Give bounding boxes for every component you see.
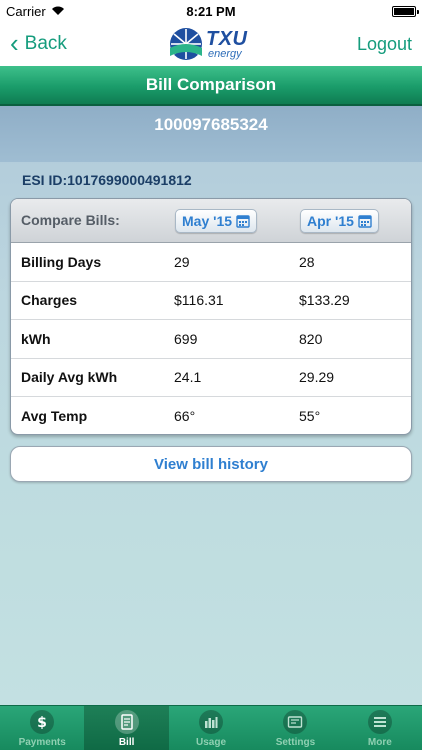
compare-header: Compare Bills: May '15 Apr '15 — [11, 199, 411, 243]
date-1-label: May '15 — [182, 213, 233, 229]
battery-icon — [392, 5, 419, 17]
carrier-label: Carrier — [6, 3, 46, 19]
row-value-1: 699 — [174, 330, 198, 347]
row-value-1: $116.31 — [174, 292, 224, 309]
table-row: Avg Temp 66° 55° — [11, 397, 411, 434]
back-label: Back — [24, 33, 67, 54]
row-label: Avg Temp — [21, 408, 88, 425]
compare-label: Compare Bills: — [21, 212, 120, 228]
logo-brand: TXU — [206, 27, 248, 50]
row-value-2: 820 — [299, 330, 323, 347]
tab-label: More — [367, 737, 392, 748]
logout-button[interactable]: Logout — [357, 34, 412, 55]
row-value-1: 29 — [174, 253, 190, 270]
tab-bar: $ Payments Bill Usage Settings More — [0, 705, 422, 750]
tab-payments[interactable]: $ Payments — [0, 706, 84, 750]
logo-starburst-icon — [170, 28, 202, 60]
tab-label: Bill — [118, 737, 135, 748]
more-icon — [367, 710, 392, 734]
tab-bill[interactable]: Bill — [84, 706, 169, 750]
row-value-2: 55° — [299, 408, 321, 425]
tab-label: Settings — [275, 737, 316, 748]
row-value-2: 29.29 — [299, 369, 335, 386]
date-2-label: Apr '15 — [307, 213, 354, 229]
chevron-left-icon: ‹ — [10, 27, 19, 58]
calendar-icon — [236, 215, 250, 228]
row-value-1: 24.1 — [174, 369, 202, 386]
account-number: 100097685324 — [0, 106, 422, 162]
row-label: Billing Days — [21, 253, 102, 270]
esi-id: ESI ID:1017699000491812 — [22, 172, 192, 188]
table-row: Daily Avg kWh 24.1 29.29 — [11, 359, 411, 397]
row-label: Charges — [21, 292, 78, 309]
bill-icon — [114, 710, 139, 734]
row-label: kWh — [21, 330, 51, 347]
row-label: Daily Avg kWh — [21, 369, 118, 386]
tab-usage[interactable]: Usage — [169, 706, 253, 750]
tab-label: Usage — [196, 737, 227, 748]
date-picker-2[interactable]: Apr '15 — [300, 209, 379, 233]
tab-more[interactable]: More — [338, 706, 422, 750]
back-button[interactable]: ‹ Back — [10, 27, 67, 58]
usage-icon — [199, 710, 224, 734]
nav-bar: ‹ Back TXU energy Logout — [0, 22, 422, 66]
table-row: Charges $116.31 $133.29 — [11, 282, 411, 320]
txu-energy-logo: TXU energy — [168, 24, 260, 64]
settings-icon — [283, 710, 308, 734]
status-bar: Carrier 8:21 PM — [0, 0, 422, 22]
row-value-2: 28 — [299, 253, 315, 270]
compare-bills-table: Compare Bills: May '15 Apr '15 Billing D… — [10, 198, 412, 435]
wifi-icon — [51, 4, 65, 19]
row-value-1: 66° — [174, 408, 196, 425]
table-row: kWh 699 820 — [11, 320, 411, 359]
view-bill-history-button[interactable]: View bill history — [10, 446, 412, 482]
row-value-2: $133.29 — [299, 292, 350, 309]
page-title: Bill Comparison — [0, 66, 422, 106]
date-picker-1[interactable]: May '15 — [175, 209, 258, 233]
logo-sub: energy — [208, 47, 242, 60]
table-row: Billing Days 29 28 — [11, 243, 411, 282]
tab-label: Payments — [18, 737, 66, 748]
svg-text:$: $ — [37, 715, 47, 730]
calendar-icon — [358, 215, 372, 228]
tab-settings[interactable]: Settings — [253, 706, 337, 750]
dollar-icon: $ — [30, 710, 55, 734]
